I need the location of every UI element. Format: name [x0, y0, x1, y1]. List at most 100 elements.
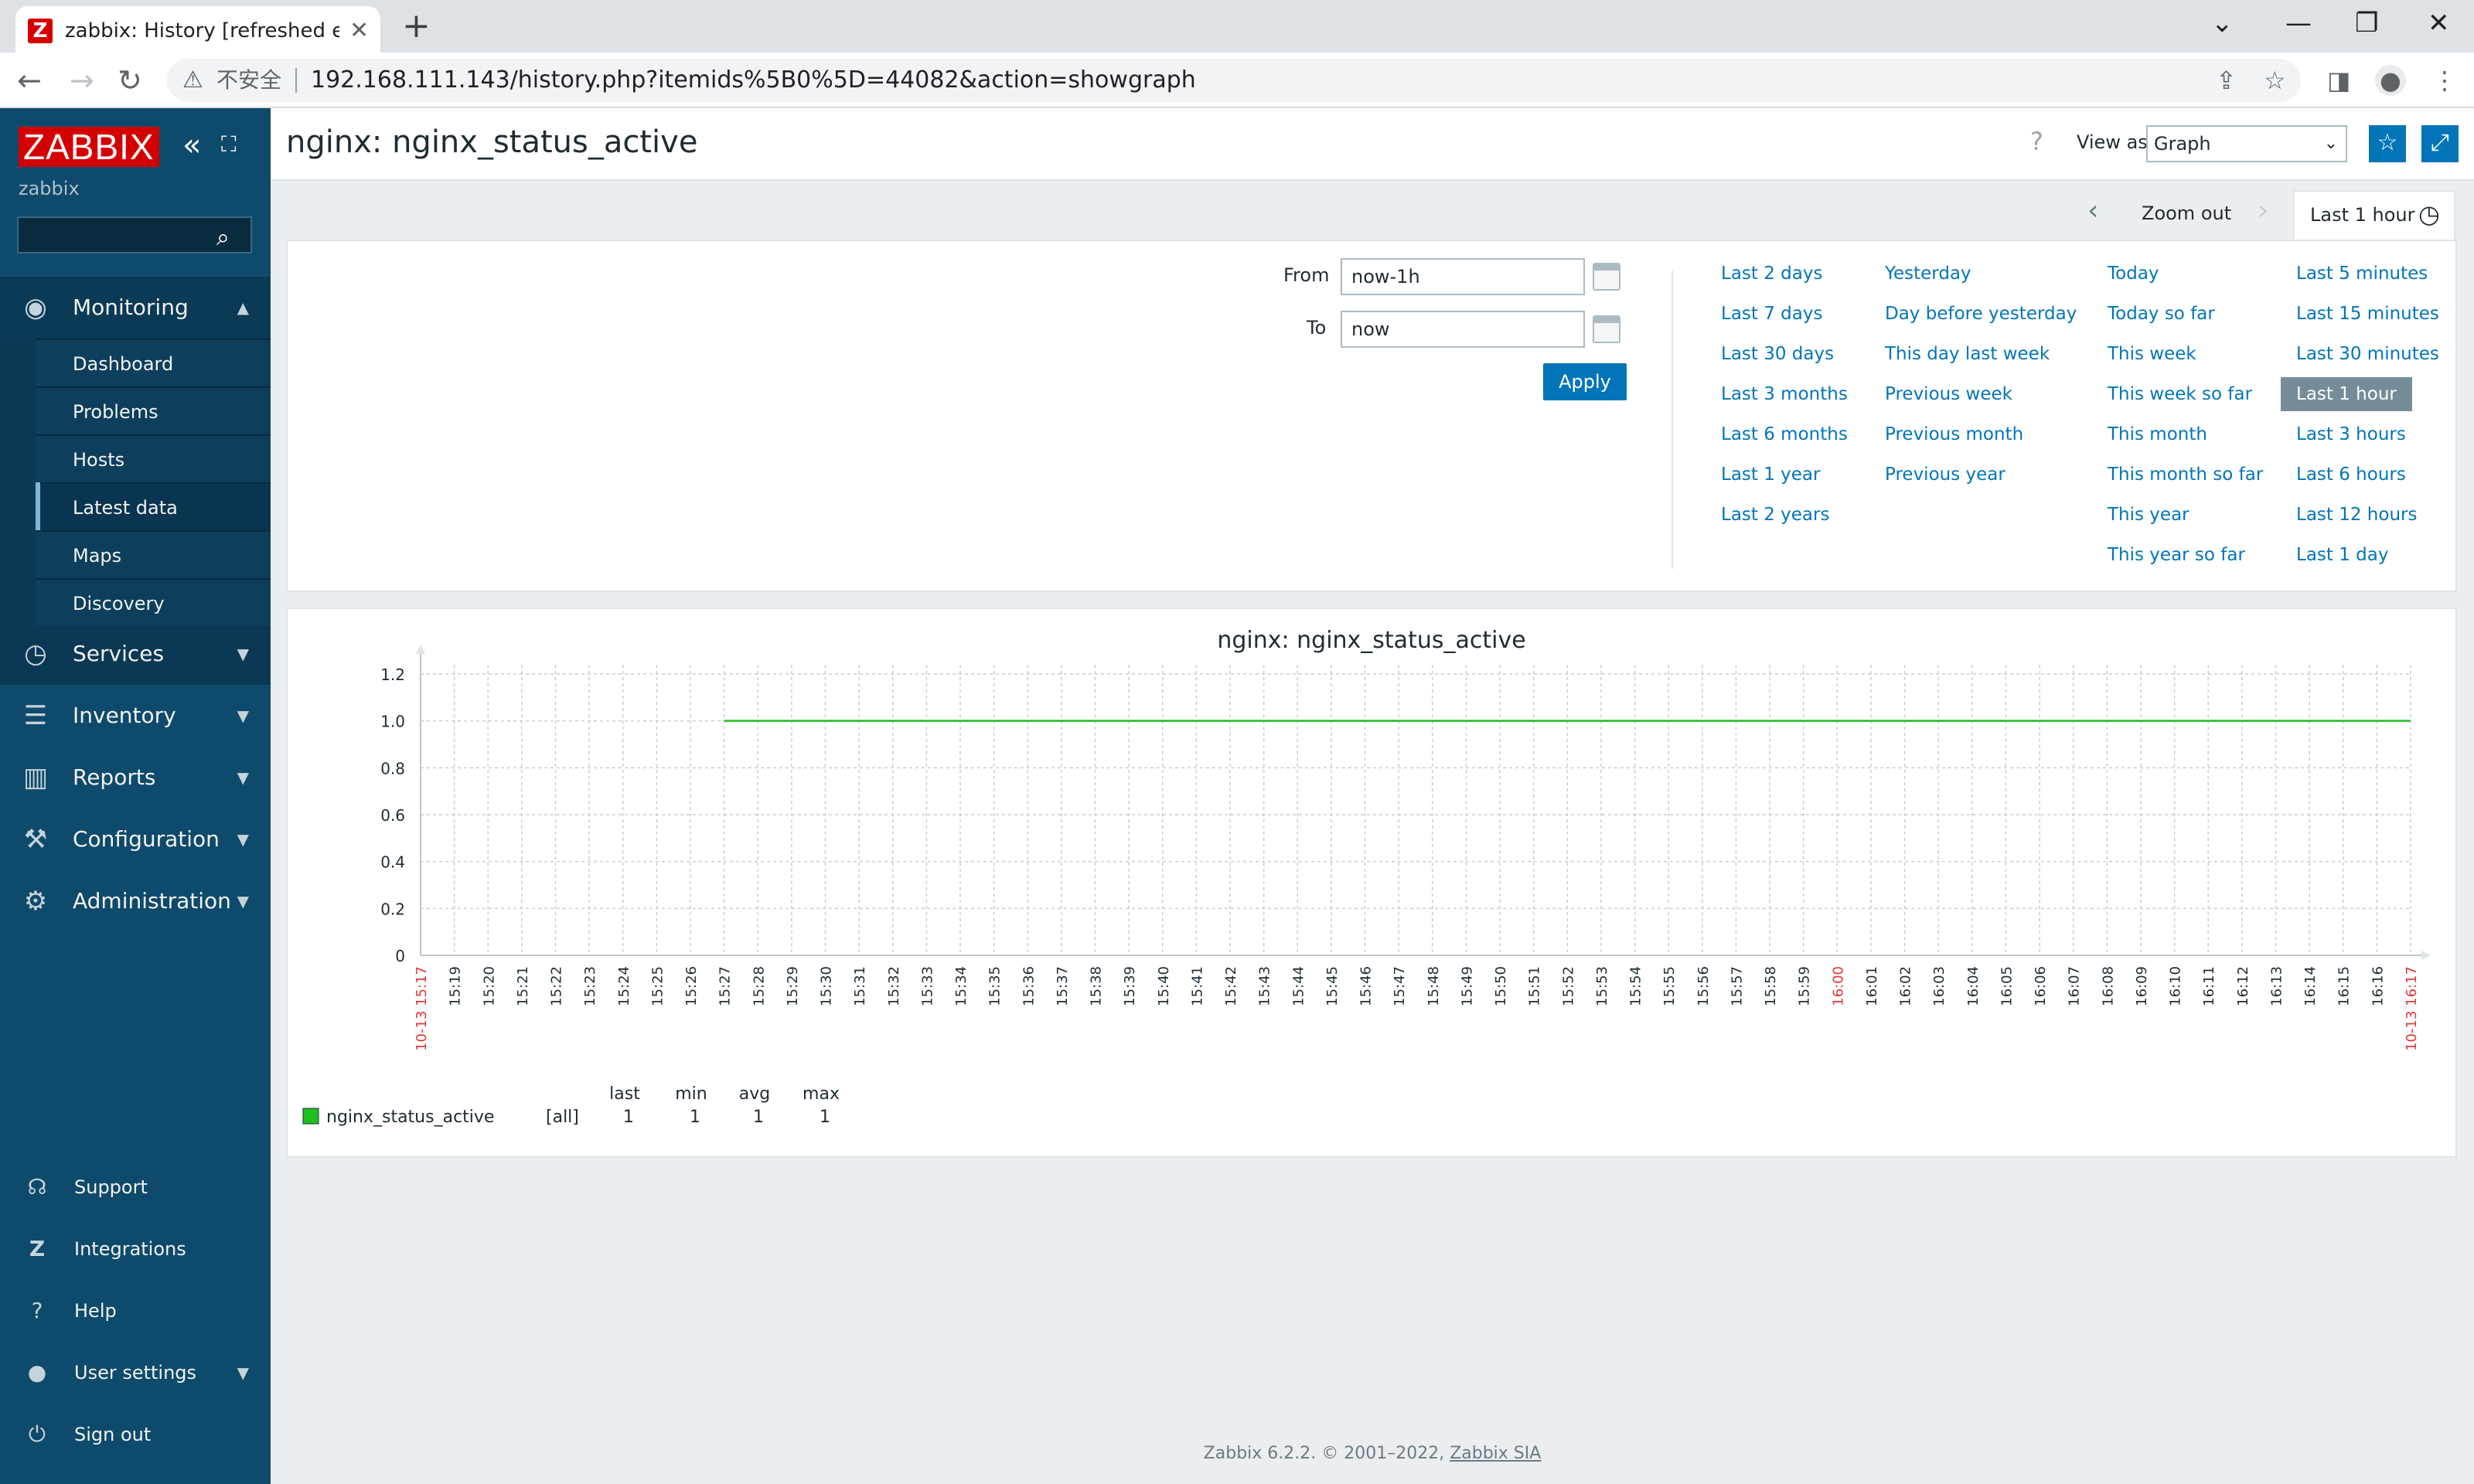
menu-sign-out[interactable]: ⏻ Sign out	[0, 1404, 271, 1465]
quick-range-link[interactable]: Last 2 years	[1721, 502, 1829, 527]
quick-range-link[interactable]: Last 30 minutes	[2296, 342, 2439, 366]
view-as-select[interactable]: Graph ⌄	[2146, 125, 2347, 162]
menu-inventory[interactable]: ☰ Inventory ▼	[0, 685, 271, 747]
menu-help[interactable]: ? Help	[0, 1280, 271, 1342]
quick-range-link[interactable]: Last 15 minutes	[2296, 301, 2439, 326]
restore-icon[interactable]: ❐	[2355, 6, 2378, 40]
quick-range-link[interactable]: This month	[2108, 422, 2207, 447]
kebab-menu-icon[interactable]: ⋮	[2432, 65, 2457, 96]
zabbix-logo[interactable]: ZABBIX	[19, 127, 159, 167]
menu-support[interactable]: ☊ Support	[0, 1156, 271, 1218]
x-tick-label: 15:27	[717, 966, 734, 1006]
apply-button[interactable]: Apply	[1543, 363, 1627, 400]
quick-range-link[interactable]: Last 1 day	[2296, 543, 2388, 567]
search-icon[interactable]: ⌕	[216, 224, 230, 251]
quick-range-link[interactable]: Last 30 days	[1721, 342, 1834, 366]
legend-swatch	[302, 1108, 319, 1125]
quick-range-link[interactable]: Last 6 months	[1721, 422, 1848, 447]
axes	[416, 645, 2431, 960]
add-to-favorites-star-icon[interactable]: ☆	[2369, 125, 2406, 162]
y-tick-label: 0.2	[380, 900, 405, 918]
kiosk-mode-icon[interactable]: ⛶	[221, 131, 237, 158]
menu-monitoring[interactable]: ◉ Monitoring ▲	[0, 277, 271, 339]
star-bookmark-icon[interactable]: ☆	[2264, 65, 2286, 96]
quick-range-link[interactable]: Last 6 hours	[2296, 462, 2406, 487]
quick-range-link[interactable]: This month so far	[2108, 462, 2263, 487]
close-icon[interactable]: ✕	[349, 17, 369, 44]
help-question-icon[interactable]: ?	[2030, 127, 2043, 156]
browser-tab[interactable]: Z zabbix: History [refreshed every ✕	[15, 6, 380, 53]
chevron-left-icon[interactable]: ‹	[2087, 195, 2098, 226]
calendar-icon[interactable]	[1593, 263, 1620, 291]
x-tick-label: 15:59	[1797, 966, 1813, 1006]
forward-arrow-icon[interactable]: →	[70, 62, 94, 99]
quick-range-link[interactable]: Previous week	[1885, 382, 2012, 407]
quick-range-link[interactable]: Last 2 days	[1721, 261, 1822, 286]
legend-value-avg: 1	[753, 1108, 764, 1127]
collapse-sidebar-icon[interactable]: «	[182, 127, 201, 164]
quick-range-link[interactable]: Last 3 hours	[2296, 422, 2406, 447]
submenu-maps[interactable]: Maps	[36, 530, 271, 578]
legend-function: [all]	[546, 1108, 579, 1127]
menu-configuration[interactable]: ⚒ Configuration ▼	[0, 808, 271, 870]
quick-range-link[interactable]: This week so far	[2108, 382, 2252, 407]
x-tick-label: 15:39	[1122, 966, 1138, 1006]
time-filter-tab[interactable]: Last 1 hour ◷	[2293, 190, 2455, 241]
back-arrow-icon[interactable]: ←	[17, 62, 42, 99]
zoom-out-button[interactable]: Zoom out	[2142, 203, 2231, 224]
menu-administration[interactable]: ⚙ Administration ▼	[0, 870, 271, 932]
side-panel-icon[interactable]: ◨	[2327, 65, 2350, 96]
x-tick-label: 16:12	[2235, 966, 2251, 1006]
quick-range-link[interactable]: This year so far	[2108, 543, 2245, 567]
url-separator	[295, 68, 297, 93]
profile-avatar-icon[interactable]: ●	[2375, 65, 2406, 96]
quick-range-link[interactable]: This day last week	[1885, 342, 2050, 366]
chevron-down-icon[interactable]: ⌄	[2211, 6, 2234, 40]
quick-range-link[interactable]: Yesterday	[1885, 261, 1971, 286]
url-field[interactable]: ⚠ 不安全 192.168.111.143/history.php?itemid…	[167, 59, 2301, 102]
quick-range-link[interactable]: Today so far	[2108, 301, 2215, 326]
menu-services[interactable]: ◷ Services ▼	[0, 623, 271, 685]
x-tick-label: 15:57	[1729, 966, 1745, 1006]
quick-range-link[interactable]: Previous year	[1885, 462, 2005, 487]
fullscreen-icon[interactable]: ⤢	[2421, 125, 2459, 162]
menu-reports[interactable]: ▥ Reports ▼	[0, 747, 271, 808]
new-tab-plus-icon[interactable]: +	[402, 6, 431, 46]
quick-range-link[interactable]: This week	[2108, 342, 2196, 366]
quick-range-link[interactable]: Last 12 hours	[2296, 502, 2417, 527]
submenu-problems[interactable]: Problems	[36, 386, 271, 434]
share-icon[interactable]: ⇪	[2216, 65, 2237, 96]
history-graph[interactable]: nginx: nginx_status_active 0 0.2 0.4 0.6 0.8…	[288, 609, 2455, 1156]
submenu-hosts[interactable]: Hosts	[36, 434, 271, 482]
quick-range-link[interactable]: Today	[2108, 261, 2159, 286]
from-input[interactable]: now-1h	[1341, 258, 1585, 295]
submenu-dashboard[interactable]: Dashboard	[36, 339, 271, 386]
window-close-icon[interactable]: ✕	[2428, 6, 2450, 40]
calendar-icon[interactable]	[1593, 315, 1620, 343]
quick-range-link[interactable]: Day before yesterday	[1885, 301, 2077, 326]
quick-range-link[interactable]: This year	[2108, 502, 2189, 527]
x-tick-label: 15:41	[1189, 966, 1205, 1006]
menu-user-settings[interactable]: ● User settings ▼	[0, 1342, 271, 1404]
quick-range-link[interactable]: Last 3 months	[1721, 382, 1848, 407]
to-input[interactable]: now	[1341, 311, 1585, 348]
quick-range-link[interactable]: Last 1 year	[1721, 462, 1820, 487]
minimize-icon[interactable]: —	[2285, 6, 2312, 40]
reload-icon[interactable]: ↻	[118, 62, 142, 99]
submenu-discovery[interactable]: Discovery	[36, 578, 271, 626]
gear-icon: ⚙	[23, 886, 48, 917]
quick-range-link-selected[interactable]: Last 1 hour	[2281, 377, 2412, 411]
menu-integrations[interactable]: Z Integrations	[0, 1218, 271, 1280]
quick-range-link[interactable]: Previous month	[1885, 422, 2023, 447]
submenu-latest-data[interactable]: Latest data	[36, 482, 271, 530]
url-text: 192.168.111.143/history.php?itemids%5B0%…	[311, 66, 1196, 94]
x-tick-label: 16:08	[2100, 966, 2116, 1006]
quick-range-link[interactable]: Last 5 minutes	[2296, 261, 2428, 286]
legend-series-name: nginx_status_active	[326, 1108, 494, 1127]
footer-link[interactable]: Zabbix SIA	[1450, 1444, 1541, 1463]
quick-range-link[interactable]: Last 7 days	[1721, 301, 1822, 326]
x-tick-label: 15:46	[1358, 966, 1375, 1006]
server-name: zabbix	[19, 178, 80, 199]
chevron-right-icon[interactable]: ›	[2258, 195, 2268, 226]
time-filter-tab-label: Last 1 hour	[2310, 204, 2415, 226]
